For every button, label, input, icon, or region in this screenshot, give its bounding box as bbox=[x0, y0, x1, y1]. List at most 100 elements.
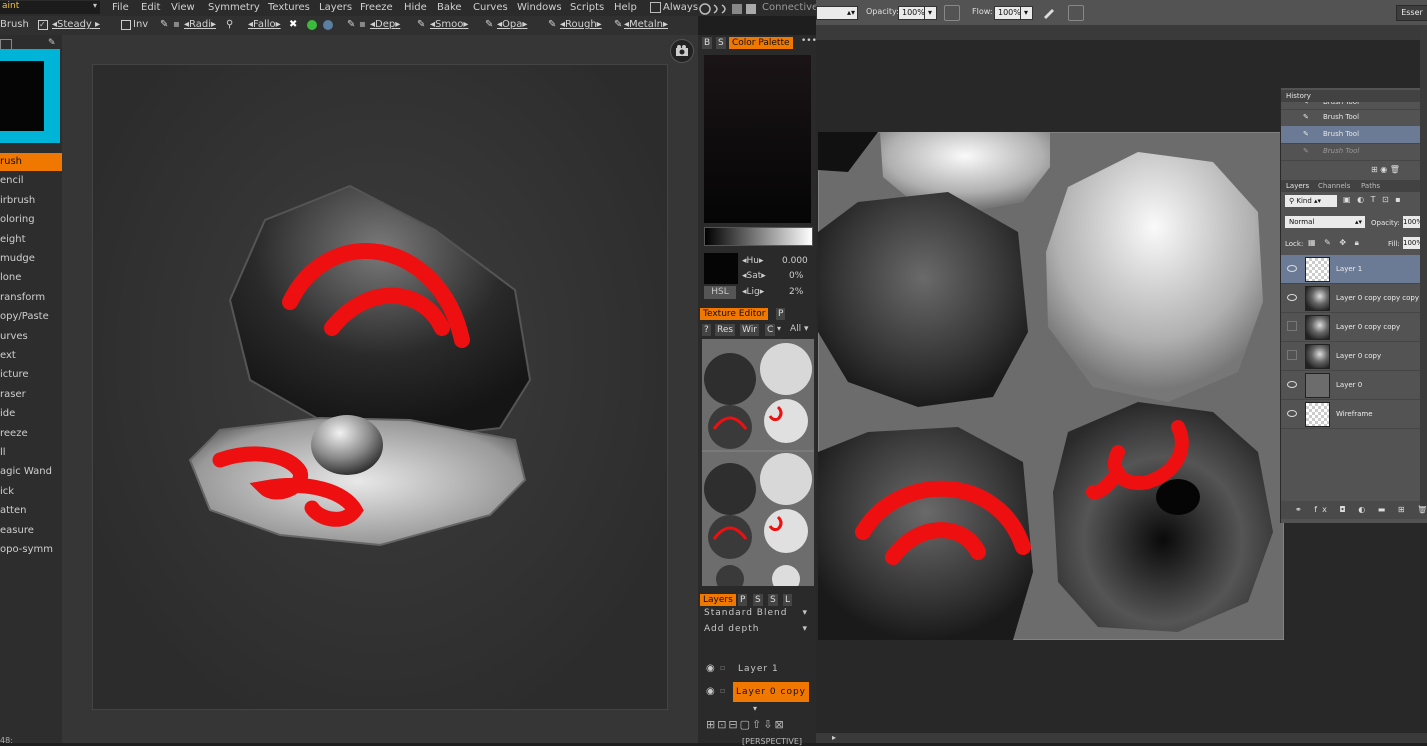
tool-item[interactable]: reeze bbox=[0, 425, 62, 443]
tab-s1[interactable]: S bbox=[753, 594, 763, 606]
lock-icons[interactable]: ▦ ✎ ✥ 🔒︎ bbox=[1308, 238, 1362, 248]
tab-p[interactable]: P bbox=[776, 308, 786, 320]
rough-slider[interactable]: ◂Rough▸ bbox=[560, 19, 602, 30]
menu-help[interactable]: Help bbox=[614, 2, 637, 13]
ps-layer-row[interactable]: Layer 0 copy copy bbox=[1281, 313, 1427, 342]
tool-item[interactable]: opy/Paste bbox=[0, 308, 62, 326]
history-item[interactable]: ✎ Brush Tool bbox=[1281, 143, 1427, 161]
tool-item[interactable]: eight bbox=[0, 231, 62, 249]
tool-item[interactable]: ext bbox=[0, 347, 62, 365]
layer-item-layer-1[interactable]: Layer 1 bbox=[738, 664, 779, 674]
ps-layer-row[interactable]: Layer 0 copy copy copy bbox=[1281, 284, 1427, 313]
menu-scripts[interactable]: Scripts bbox=[570, 2, 604, 13]
layers-actions-bar[interactable]: ⚭ fx ◘ ◐ ▬ ⊞ 🗑︎ bbox=[1281, 501, 1427, 519]
tool-item[interactable]: icture bbox=[0, 366, 62, 384]
tool-item[interactable]: rush bbox=[0, 153, 62, 171]
brush-preset-field[interactable]: ▴▾ bbox=[816, 6, 858, 20]
tool-item[interactable]: oloring bbox=[0, 211, 62, 229]
ps-blend-dropdown[interactable]: Normal ▴▾ bbox=[1285, 216, 1365, 228]
color-swatch-frame[interactable] bbox=[0, 49, 60, 143]
eye-icon[interactable]: ◉ bbox=[706, 686, 715, 697]
layer-item-layer-0-copy[interactable]: Layer 0 copy bbox=[733, 682, 809, 702]
eye-icon[interactable] bbox=[1287, 265, 1297, 272]
tool-item[interactable]: ide bbox=[0, 405, 62, 423]
airbrush-icon[interactable] bbox=[1042, 5, 1056, 19]
flow-field[interactable]: 100% bbox=[994, 6, 1022, 20]
eye-icon[interactable] bbox=[1287, 294, 1297, 301]
tool-item[interactable]: opo-symm bbox=[0, 541, 62, 559]
menu-file[interactable]: File bbox=[112, 2, 129, 13]
tab-texture-editor[interactable]: Texture Editor bbox=[700, 308, 769, 320]
chevron-down-icon[interactable]: ▾ bbox=[777, 324, 781, 333]
layer-actions-bar[interactable]: ⊞⊡⊟▢⇧⇩⊠ bbox=[706, 718, 812, 732]
opacity-slider[interactable]: ◂Opa▸ bbox=[497, 19, 527, 30]
tab-ps-layers[interactable]: Layers bbox=[1286, 182, 1309, 190]
depth-mode-dropdown[interactable]: Add depth ▾ bbox=[704, 624, 810, 637]
green-sphere-icon[interactable] bbox=[307, 20, 317, 30]
lig-value[interactable]: 2% bbox=[789, 287, 803, 297]
filter-icons[interactable]: ▣ ◐ T ⊡ ▪ bbox=[1343, 195, 1423, 207]
more-icon[interactable]: ••• bbox=[801, 36, 817, 46]
tab-b[interactable]: B bbox=[702, 37, 713, 49]
close-icon[interactable]: ✖ bbox=[289, 19, 297, 30]
all-dropdown[interactable]: All ▾ bbox=[790, 324, 809, 334]
menu-layers[interactable]: Layers bbox=[319, 2, 352, 13]
tool-item[interactable]: easure bbox=[0, 522, 62, 540]
eye-icon[interactable]: ◉ bbox=[706, 663, 715, 674]
tool-item[interactable]: raser bbox=[0, 386, 62, 404]
opacity-dropdown[interactable]: ▾ bbox=[924, 6, 937, 20]
color-picker-square[interactable] bbox=[704, 55, 811, 223]
menu-textures[interactable]: Textures bbox=[268, 2, 310, 13]
tab-layers[interactable]: Layers bbox=[700, 594, 736, 606]
tool-item[interactable]: agic Wand bbox=[0, 463, 62, 481]
eye-icon[interactable] bbox=[1287, 381, 1297, 388]
always-checkbox[interactable] bbox=[650, 2, 661, 13]
help-button[interactable]: ? bbox=[702, 324, 711, 336]
hue-value[interactable]: 0.000 bbox=[782, 256, 808, 266]
lock-icon[interactable]: ▫ bbox=[720, 686, 725, 695]
tab-s2[interactable]: S bbox=[768, 594, 778, 606]
c-button[interactable]: C bbox=[765, 324, 776, 336]
depth-slider[interactable]: ◂Dep▸ bbox=[370, 19, 400, 30]
wir-button[interactable]: Wir bbox=[740, 324, 759, 336]
history-actions[interactable]: ⊞ ◉ 🗑︎ bbox=[1371, 165, 1400, 174]
pressure-opacity-icon[interactable] bbox=[944, 5, 960, 21]
menu-view[interactable]: View bbox=[171, 2, 195, 13]
menu-curves[interactable]: Curves bbox=[473, 2, 508, 13]
sat-value[interactable]: 0% bbox=[789, 271, 803, 281]
tab-ps-channels[interactable]: Channels bbox=[1318, 182, 1350, 190]
history-item[interactable]: ✎ Brush Tool bbox=[1281, 109, 1427, 127]
eye-icon[interactable] bbox=[1287, 410, 1297, 417]
tool-item[interactable]: mudge bbox=[0, 250, 62, 268]
opacity-field[interactable]: 100% bbox=[898, 6, 926, 20]
magnifier-icon[interactable]: ⚲ bbox=[226, 19, 233, 30]
tab-s[interactable]: S bbox=[716, 37, 726, 49]
blend-mode-dropdown[interactable]: Standard Blend ▾ bbox=[704, 608, 810, 621]
history-title[interactable]: History bbox=[1286, 92, 1311, 100]
tab-color-palette[interactable]: Color Palette bbox=[729, 37, 793, 49]
radius-slider[interactable]: ◂Radi▸ bbox=[184, 19, 216, 30]
ps-layer-row[interactable]: Wireframe bbox=[1281, 400, 1427, 429]
horizontal-scrollbar[interactable]: ▸ bbox=[816, 733, 1427, 743]
steady-checkbox[interactable]: ✓ bbox=[38, 20, 48, 30]
menu-windows[interactable]: Windows bbox=[517, 2, 562, 13]
menu-bake[interactable]: Bake bbox=[437, 2, 462, 13]
tool-item[interactable]: urves bbox=[0, 328, 62, 346]
chevron-down-icon[interactable]: ▾ bbox=[753, 704, 757, 713]
ps-layer-row[interactable]: Layer 1 bbox=[1281, 255, 1427, 284]
mode-dropdown[interactable]: aint ▾ bbox=[0, 1, 100, 14]
symmetry-icons[interactable] bbox=[698, 2, 758, 16]
play-icon[interactable]: ▸ bbox=[832, 733, 836, 742]
tab-ps-paths[interactable]: Paths bbox=[1361, 182, 1380, 190]
tool-item[interactable]: atten bbox=[0, 502, 62, 520]
ps-layer-row[interactable]: Layer 0 bbox=[1281, 371, 1427, 400]
tab-p2[interactable]: P bbox=[738, 594, 748, 606]
tool-item[interactable]: ll bbox=[0, 444, 62, 462]
pen-icon[interactable]: ✎ bbox=[48, 38, 56, 48]
ps-layer-row[interactable]: Layer 0 copy bbox=[1281, 342, 1427, 371]
tool-item[interactable]: ransform bbox=[0, 289, 62, 307]
lightness-bar[interactable] bbox=[704, 227, 813, 246]
pressure-size-icon[interactable] bbox=[1068, 5, 1084, 21]
res-button[interactable]: Res bbox=[715, 324, 736, 336]
inv-checkbox[interactable] bbox=[121, 20, 131, 30]
